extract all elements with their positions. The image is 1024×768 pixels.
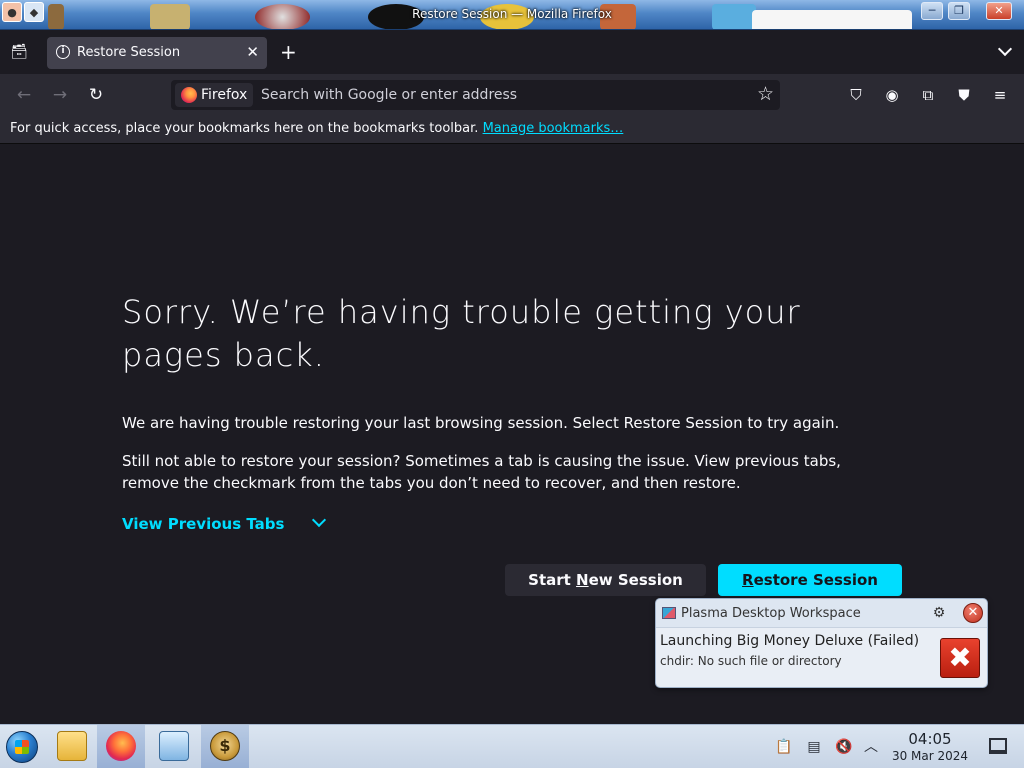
ublock-icon[interactable]: ⛊ xyxy=(953,84,975,106)
notification-app-name: Plasma Desktop Workspace xyxy=(681,606,861,621)
notification-close-button[interactable]: ✕ xyxy=(963,603,983,623)
clock-time[interactable]: 04:05 xyxy=(891,730,969,748)
window-title: Restore Session — Mozilla Firefox xyxy=(412,7,612,21)
search-input[interactable]: Search with Google or enter address xyxy=(261,87,517,103)
page-title: Sorry. We’re having trouble getting your… xyxy=(122,293,801,374)
money-bag-icon: $ xyxy=(210,731,240,761)
close-window-button[interactable]: ✕ xyxy=(986,2,1012,20)
start-new-session-label-pre: Start xyxy=(528,571,577,589)
start-new-session-button[interactable]: Start New Session xyxy=(505,564,706,596)
help-text: Still not able to restore your session? … xyxy=(122,452,841,492)
minimize-button[interactable]: ─ xyxy=(921,2,943,20)
manage-bookmarks-link[interactable]: Manage bookmarks… xyxy=(483,121,624,136)
taskbar-item-firefox[interactable] xyxy=(97,725,145,768)
forward-button[interactable]: → xyxy=(49,84,71,106)
window-titlebar: ● ◆ Restore Session — Mozilla Firefox ─ … xyxy=(0,0,1024,30)
clipboard-tray-icon[interactable]: 📋 xyxy=(774,737,794,757)
tab-close-button[interactable]: ✕ xyxy=(246,43,259,61)
firefox-icon xyxy=(106,731,136,761)
plasma-app-icon xyxy=(662,607,676,619)
firefox-logo-icon xyxy=(181,87,197,103)
taskbar-item-files[interactable] xyxy=(48,725,96,768)
reload-button[interactable]: ↻ xyxy=(85,84,107,106)
restore-session-button[interactable]: Restore Session xyxy=(718,564,902,596)
start-new-session-mnemonic: N xyxy=(576,571,589,589)
taskbar-item-big-money[interactable]: $ xyxy=(201,725,249,768)
bookmark-star-icon[interactable]: ☆ xyxy=(757,83,774,105)
monitor-icon xyxy=(159,731,189,761)
notification-title: Launching Big Money Deluxe (Failed) xyxy=(660,633,920,649)
tab-title: Restore Session xyxy=(77,45,181,60)
notification-popup[interactable]: Plasma Desktop Workspace ⚙ ✕ Launching B… xyxy=(655,598,988,688)
extensions-icon[interactable]: ⧉ xyxy=(917,84,939,106)
pocket-icon[interactable]: ⛉ xyxy=(845,84,867,106)
volume-muted-icon[interactable]: 🔇 xyxy=(834,737,854,757)
show-desktop-icon[interactable] xyxy=(989,738,1007,754)
settings-sliders-icon[interactable]: ⚙ xyxy=(930,603,948,623)
start-new-session-label-post: ew Session xyxy=(588,571,683,589)
taskbar: $ 📋 ▤ 🔇 ︿ 04:05 30 Mar 2024 xyxy=(0,724,1024,768)
start-menu-button[interactable] xyxy=(0,725,48,768)
restore-session-label-post: estore Session xyxy=(753,571,878,589)
taskbar-item-system-monitor[interactable] xyxy=(150,725,198,768)
back-button[interactable]: ← xyxy=(13,84,35,106)
chevron-up-icon[interactable]: ︿ xyxy=(861,737,881,757)
bookmarks-hint: For quick access, place your bookmarks h… xyxy=(10,121,623,136)
identity-label: Firefox xyxy=(201,87,248,103)
folder-icon xyxy=(57,731,87,761)
maximize-button[interactable]: ❐ xyxy=(948,2,970,20)
description-text: We are having trouble restoring your las… xyxy=(122,414,840,432)
error-icon: ✖ xyxy=(940,638,980,678)
tab-restore-session[interactable]: i Restore Session ✕ xyxy=(47,37,267,69)
new-tab-button[interactable]: + xyxy=(280,42,297,62)
bookmarks-hint-text: For quick access, place your bookmarks h… xyxy=(10,121,483,136)
clock-date[interactable]: 30 Mar 2024 xyxy=(891,749,969,763)
restore-session-mnemonic: R xyxy=(742,571,754,589)
tab-strip: 🗃 i Restore Session ✕ + xyxy=(0,30,1024,74)
notification-body: Launching Big Money Deluxe (Failed) chdi… xyxy=(656,627,987,687)
identity-box[interactable]: Firefox xyxy=(175,83,254,107)
chevron-down-icon[interactable] xyxy=(312,515,326,529)
storage-tray-icon[interactable]: ▤ xyxy=(804,737,824,757)
view-previous-tabs-toggle[interactable]: View Previous Tabs xyxy=(122,515,284,533)
start-orb-icon xyxy=(6,731,38,763)
url-bar[interactable]: Firefox Search with Google or enter addr… xyxy=(171,80,780,110)
menu-icon[interactable]: ≡ xyxy=(989,84,1011,106)
firefox-view-icon[interactable]: 🗃 xyxy=(8,41,30,63)
list-all-tabs-icon[interactable] xyxy=(998,44,1012,58)
info-icon: i xyxy=(56,45,70,59)
bookmarks-toolbar: For quick access, place your bookmarks h… xyxy=(0,116,1024,144)
account-icon[interactable]: ◉ xyxy=(881,84,903,106)
notification-text: chdir: No such file or directory xyxy=(660,654,842,668)
navigation-toolbar: ← → ↻ Firefox Search with Google or ente… xyxy=(0,74,1024,116)
